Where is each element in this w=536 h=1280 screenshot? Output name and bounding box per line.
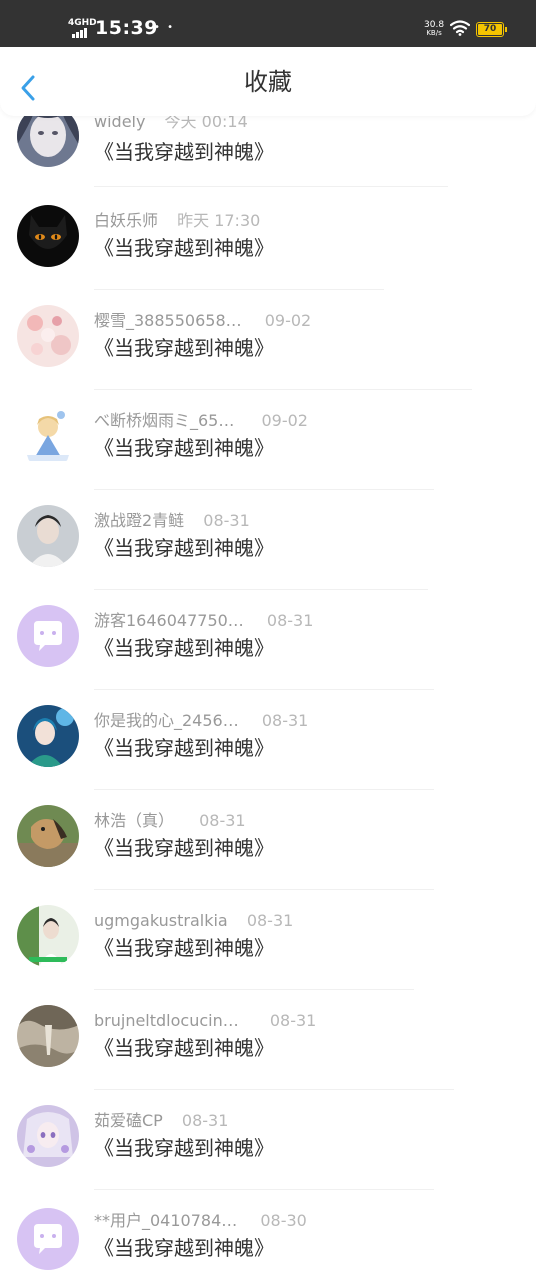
- novel-title[interactable]: 《当我穿越到神魄》: [94, 835, 274, 861]
- item-time: 08-31: [246, 911, 294, 930]
- divider: [94, 186, 448, 187]
- user-name[interactable]: 茹爱磕CP: [94, 1110, 163, 1132]
- novel-title[interactable]: 《当我穿越到神魄》: [94, 435, 274, 461]
- nav-bar: 收藏: [0, 47, 536, 116]
- item-meta: 林浩（真） 08-31: [94, 810, 246, 832]
- avatar[interactable]: [17, 1005, 79, 1067]
- novel-title[interactable]: 《当我穿越到神魄》: [94, 935, 274, 961]
- item-meta: ugmgakustralkia 08-31: [94, 910, 293, 932]
- item-meta: **用户_0410784… 08-30: [94, 1210, 307, 1232]
- list-item[interactable]: 樱雪_388550658… 09-02 《当我穿越到神魄》: [0, 305, 536, 405]
- novel-title[interactable]: 《当我穿越到神魄》: [94, 1235, 274, 1261]
- item-time: 09-02: [264, 311, 312, 330]
- novel-title[interactable]: 《当我穿越到神魄》: [94, 1135, 274, 1161]
- list-item[interactable]: べ断桥烟雨ミ_65… 09-02 《当我穿越到神魄》: [0, 405, 536, 505]
- divider: [94, 689, 434, 690]
- clock: 15:39: [95, 17, 158, 39]
- divider: [94, 1189, 434, 1190]
- avatar[interactable]: [17, 305, 79, 367]
- chevron-left-icon: [21, 75, 35, 101]
- user-name[interactable]: 你是我的心_2456…: [94, 710, 239, 732]
- speed-unit: KB/s: [426, 29, 442, 37]
- avatar[interactable]: [17, 405, 79, 467]
- novel-title[interactable]: 《当我穿越到神魄》: [94, 635, 274, 661]
- divider: [94, 389, 472, 390]
- list-item[interactable]: 游客1646047750… 08-31 《当我穿越到神魄》: [0, 605, 536, 705]
- divider: [94, 1089, 454, 1090]
- novel-title[interactable]: 《当我穿越到神魄》: [94, 1035, 274, 1061]
- avatar[interactable]: [17, 605, 79, 667]
- user-name[interactable]: べ断桥烟雨ミ_65…: [94, 410, 234, 432]
- network-speed: 30.8 KB/s: [424, 21, 444, 38]
- novel-title[interactable]: 《当我穿越到神魄》: [94, 335, 274, 361]
- item-time: 昨天 17:30: [177, 211, 261, 230]
- back-button[interactable]: [14, 73, 44, 103]
- item-meta: 樱雪_388550658… 09-02: [94, 310, 311, 332]
- item-time: 08-31: [261, 711, 309, 730]
- favorites-list: widely 今天 00:14 《当我穿越到神魄》 白妖乐师 昨天 17:30 …: [0, 0, 536, 1280]
- novel-title[interactable]: 《当我穿越到神魄》: [94, 139, 274, 165]
- avatar[interactable]: [17, 705, 79, 767]
- user-name[interactable]: 白妖乐师: [94, 210, 158, 232]
- page-title: 收藏: [244, 68, 292, 96]
- item-time: 08-30: [260, 1211, 307, 1230]
- user-name[interactable]: brujneltdlocucin…: [94, 1010, 239, 1032]
- item-time: 09-02: [261, 411, 308, 430]
- item-time: 08-31: [203, 511, 250, 530]
- divider: [94, 889, 434, 890]
- signal-icon: [72, 28, 90, 38]
- list-item[interactable]: **用户_0410784… 08-30 《当我穿越到神魄》: [0, 1205, 536, 1280]
- list-item[interactable]: 林浩（真） 08-31 《当我穿越到神魄》: [0, 805, 536, 905]
- user-name[interactable]: **用户_0410784…: [94, 1210, 237, 1232]
- item-meta: 游客1646047750… 08-31: [94, 610, 313, 632]
- list-item[interactable]: 白妖乐师 昨天 17:30 《当我穿越到神魄》: [0, 205, 536, 305]
- item-meta: brujneltdlocucin… 08-31: [94, 1010, 316, 1032]
- novel-title[interactable]: 《当我穿越到神魄》: [94, 535, 274, 561]
- avatar[interactable]: [17, 205, 79, 267]
- battery-icon: 70: [476, 22, 507, 37]
- user-name[interactable]: 樱雪_388550658…: [94, 310, 242, 332]
- list-item[interactable]: 激战蹬2青鲢 08-31 《当我穿越到神魄》: [0, 505, 536, 605]
- item-meta: 白妖乐师 昨天 17:30: [94, 210, 260, 232]
- user-name[interactable]: 林浩（真）: [94, 810, 174, 832]
- avatar[interactable]: [17, 1105, 79, 1167]
- network-type: 4GHD: [68, 18, 97, 28]
- divider: [94, 289, 384, 290]
- user-name[interactable]: 激战蹬2青鲢: [94, 510, 184, 532]
- item-meta: べ断桥烟雨ミ_65… 09-02: [94, 410, 308, 432]
- item-meta: 茹爱磕CP 08-31: [94, 1110, 228, 1132]
- avatar[interactable]: [17, 505, 79, 567]
- battery-level: 70: [478, 24, 502, 35]
- item-time: 08-31: [199, 811, 246, 830]
- item-time: 08-31: [269, 1011, 317, 1030]
- divider: [94, 789, 434, 790]
- user-name[interactable]: 游客1646047750…: [94, 610, 244, 632]
- item-time: 08-31: [181, 1111, 229, 1130]
- list-item[interactable]: ugmgakustralkia 08-31 《当我穿越到神魄》: [0, 905, 536, 1005]
- list-item[interactable]: widely 今天 00:14 《当我穿越到神魄》: [0, 105, 536, 213]
- notification-dots-icon: • •: [154, 22, 175, 33]
- wifi-icon: [449, 20, 471, 36]
- list-item[interactable]: brujneltdlocucin… 08-31 《当我穿越到神魄》: [0, 1005, 536, 1105]
- divider: [94, 589, 428, 590]
- list-item[interactable]: 茹爱磕CP 08-31 《当我穿越到神魄》: [0, 1105, 536, 1205]
- item-time: 08-31: [266, 611, 314, 630]
- item-meta: 你是我的心_2456… 08-31: [94, 710, 308, 732]
- user-name[interactable]: ugmgakustralkia: [94, 910, 228, 932]
- divider: [94, 489, 434, 490]
- avatar[interactable]: [17, 1208, 79, 1270]
- status-bar: 4GHD 15:39 • • 30.8 KB/s 70: [0, 0, 536, 47]
- divider: [94, 989, 414, 990]
- avatar[interactable]: [17, 905, 79, 967]
- avatar[interactable]: [17, 805, 79, 867]
- list-item[interactable]: 你是我的心_2456… 08-31 《当我穿越到神魄》: [0, 705, 536, 805]
- novel-title[interactable]: 《当我穿越到神魄》: [94, 735, 274, 761]
- item-meta: 激战蹬2青鲢 08-31: [94, 510, 250, 532]
- novel-title[interactable]: 《当我穿越到神魄》: [94, 235, 274, 261]
